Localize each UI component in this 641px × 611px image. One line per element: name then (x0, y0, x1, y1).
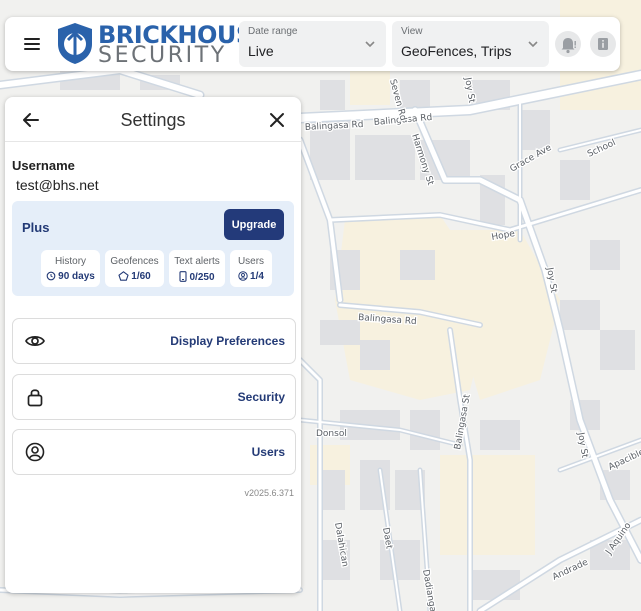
settings-header: Settings (5, 97, 301, 142)
chevron-down-icon (365, 41, 375, 48)
close-icon[interactable] (266, 109, 288, 131)
view-value: GeoFences, Trips (401, 43, 512, 59)
stat-value: 1/4 (250, 271, 264, 282)
users-button[interactable]: Users (12, 429, 296, 475)
date-range-label: Date range (248, 26, 298, 37)
stat-label: Users (237, 256, 265, 267)
menu-button[interactable] (19, 31, 45, 57)
plan-stat-users: Users 1/4 (230, 250, 272, 287)
settings-title: Settings (120, 110, 186, 130)
plan-stat-geofences: Geofences 1/60 (105, 250, 164, 287)
lock-icon (27, 389, 43, 407)
bell-alert-icon (561, 38, 576, 54)
brand-subtitle: SECURITY (98, 43, 227, 68)
view-select[interactable]: View GeoFences, Trips (392, 21, 549, 67)
alerts-button[interactable] (555, 31, 581, 57)
stat-label: Geofences (110, 256, 159, 267)
info-icon (598, 38, 608, 50)
plan-card: Plus Upgrade History 90 days Geofences 1… (12, 201, 294, 296)
hamburger-menu-icon (24, 48, 40, 50)
security-button[interactable]: Security (12, 374, 296, 420)
display-preferences-button[interactable]: Display Preferences (12, 318, 296, 364)
history-icon (46, 271, 56, 281)
user-circle-icon (238, 271, 248, 281)
stat-label: Text alerts (174, 256, 220, 267)
info-button[interactable] (590, 31, 616, 57)
eye-icon (25, 336, 45, 346)
stat-value: 1/60 (131, 271, 151, 282)
hamburger-menu-icon (24, 38, 40, 40)
plan-name: Plus (22, 220, 50, 235)
user-circle-icon (25, 442, 45, 462)
stat-value: 90 days (58, 271, 95, 282)
menu-label: Security (237, 390, 285, 404)
plan-stat-history: History 90 days (41, 250, 100, 287)
phone-icon (179, 271, 188, 282)
top-bar: BRICKHOUSE SECURITY Date range Live View… (5, 17, 620, 71)
stat-label: History (54, 256, 87, 267)
hamburger-menu-icon (24, 43, 40, 45)
view-label: View (401, 26, 423, 37)
stat-value: 0/250 (189, 272, 215, 283)
plan-stat-text-alerts: Text alerts 0/250 (169, 250, 225, 287)
menu-label: Display Preferences (170, 334, 285, 348)
shield-logo-icon (58, 23, 92, 64)
street-label: Donsol (316, 429, 347, 439)
date-range-value: Live (248, 43, 274, 59)
date-range-select[interactable]: Date range Live (239, 21, 386, 67)
version-label: v2025.6.371 (244, 488, 294, 498)
settings-panel: Settings Username test@bhs.net Plus Upgr… (5, 97, 301, 593)
username-label: Username (12, 158, 75, 173)
upgrade-button[interactable]: Upgrade (224, 209, 284, 240)
pentagon-icon (118, 271, 129, 281)
username-value: test@bhs.net (16, 177, 99, 193)
chevron-down-icon (528, 41, 538, 48)
menu-label: Users (251, 445, 285, 459)
